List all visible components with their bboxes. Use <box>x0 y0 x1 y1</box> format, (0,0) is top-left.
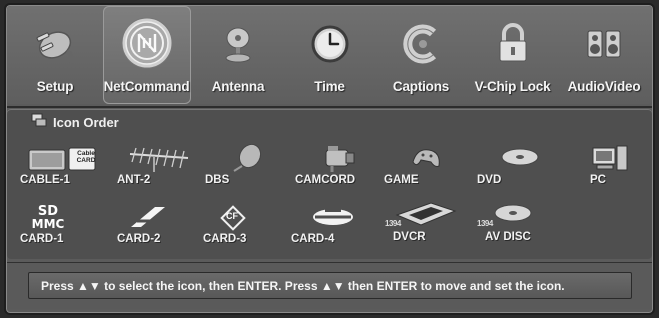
power-plug-icon <box>28 16 82 70</box>
device-card-1[interactable]: SD MMC CARD-1 <box>20 201 112 251</box>
satellite-dish-icon <box>211 142 285 176</box>
menu-label-setup: Setup <box>36 79 74 94</box>
icon-order-panel: Icon Order Cable CARD CABLE-1 ANT-2 DBS … <box>7 109 652 259</box>
menu-divider <box>7 106 652 108</box>
device-icon-grid: Cable CARD CABLE-1 ANT-2 DBS CAMCORD GAM… <box>7 109 652 259</box>
menu-label-netcommand: NetCommand <box>103 79 190 94</box>
sd-mmc-card-icon: SD MMC <box>20 201 76 235</box>
antenna-icon <box>123 142 197 176</box>
compact-flash-icon: CF <box>209 201 257 235</box>
device-label-cable-1: CABLE-1 <box>20 174 70 186</box>
device-pc[interactable]: PC <box>582 142 659 192</box>
device-card-3[interactable]: CF CARD-3 <box>203 201 295 251</box>
menu-label-time: Time <box>314 79 345 94</box>
menu-item-setup[interactable]: Setup <box>11 6 99 104</box>
menu-label-captions: Captions <box>392 79 450 94</box>
mmc-text: MMC <box>31 217 65 231</box>
netcommand-logo-icon <box>120 16 174 70</box>
device-label-camcord: CAMCORD <box>295 174 356 186</box>
device-dvcr[interactable]: 1394 DVCR <box>385 199 477 249</box>
device-label-card-4: CARD-4 <box>291 233 335 245</box>
device-dbs[interactable]: DBS <box>205 142 297 192</box>
menu-item-vchip-lock[interactable]: V-Chip Lock <box>469 6 557 104</box>
device-label-card-3: CARD-3 <box>203 233 247 245</box>
menu-item-time[interactable]: Time <box>286 6 374 104</box>
captions-c-icon <box>394 16 448 70</box>
menu-item-netcommand[interactable]: NetCommand <box>102 6 191 104</box>
device-card-4[interactable]: CARD-4 <box>291 201 383 251</box>
cable-card-text: Cable CARD <box>76 150 96 164</box>
cable-box-icon: Cable CARD <box>26 142 100 176</box>
device-label-av-disc: AV DISC <box>485 231 531 243</box>
computer-icon <box>580 142 654 176</box>
menu-label-antenna: Antenna <box>211 79 265 94</box>
clock-icon <box>303 16 357 70</box>
menu-label-audiovideo: AudioVideo <box>567 79 641 94</box>
device-label-dbs: DBS <box>205 174 230 186</box>
device-label-pc: PC <box>590 174 606 186</box>
status-bar: Press ▲▼ to select the icon, then ENTER.… <box>28 272 632 299</box>
camcorder-icon <box>301 142 375 176</box>
device-label-dvd: DVD <box>477 174 502 186</box>
device-label-card-2: CARD-2 <box>117 233 161 245</box>
card-4-icon <box>305 201 361 235</box>
menu-item-antenna[interactable]: Antenna <box>194 6 282 104</box>
device-dvd[interactable]: DVD <box>477 142 569 192</box>
padlock-icon <box>486 16 540 70</box>
speakers-icon <box>577 16 631 70</box>
device-label-game: GAME <box>384 174 419 186</box>
device-cable-1[interactable]: Cable CARD CABLE-1 <box>20 142 112 192</box>
device-label-card-1: CARD-1 <box>20 233 64 245</box>
device-label-ant-2: ANT-2 <box>117 174 151 186</box>
card-2-icon <box>117 201 177 235</box>
device-game[interactable]: GAME <box>384 142 476 192</box>
device-ant-2[interactable]: ANT-2 <box>117 142 209 192</box>
device-label-dvcr: DVCR <box>393 231 426 243</box>
game-controller-icon <box>390 142 464 176</box>
menu-item-captions[interactable]: Captions <box>377 6 465 104</box>
disc-icon <box>483 142 557 176</box>
device-card-2[interactable]: CARD-2 <box>117 201 209 251</box>
device-av-disc[interactable]: 1394 AV DISC <box>477 199 569 249</box>
cf-text: CF <box>226 211 238 221</box>
dvcr-icon <box>393 197 457 231</box>
device-camcord[interactable]: CAMCORD <box>295 142 387 192</box>
av-disc-icon <box>483 197 539 231</box>
satellite-antenna-icon <box>211 16 265 70</box>
menu-item-audiovideo[interactable]: AudioVideo <box>560 6 648 104</box>
menu-label-vchip-lock: V-Chip Lock <box>474 79 551 94</box>
main-menu-bar: Setup NetCommand Antenna Time Captions V… <box>7 6 652 104</box>
